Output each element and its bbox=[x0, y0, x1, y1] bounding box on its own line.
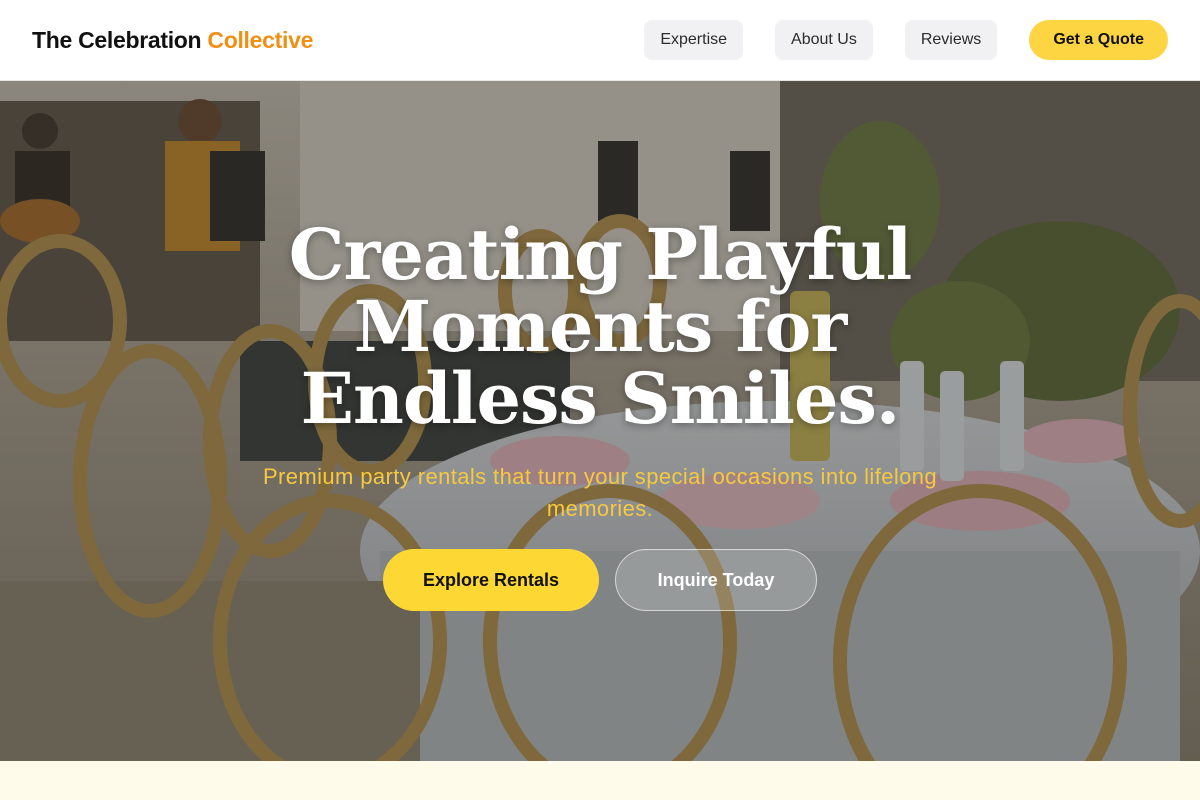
brand-name-accent: Collective bbox=[207, 26, 314, 53]
hero-content: Creating Playful Moments for Endless Smi… bbox=[0, 81, 1200, 761]
nav-about-us-button[interactable]: About Us bbox=[775, 20, 873, 60]
next-section bbox=[0, 761, 1200, 800]
main-nav: Expertise About Us Reviews Get a Quote bbox=[644, 20, 1168, 60]
hero-actions: Explore Rentals Inquire Today bbox=[383, 549, 817, 611]
brand-name: The Celebration bbox=[32, 26, 202, 53]
hero-subtitle: Premium party rentals that turn your spe… bbox=[262, 464, 938, 521]
nav-reviews-button[interactable]: Reviews bbox=[904, 20, 998, 60]
hero-title: Creating Playful Moments for Endless Smi… bbox=[288, 213, 912, 440]
get-a-quote-button[interactable]: Get a Quote bbox=[1029, 20, 1168, 60]
nav-expertise-button[interactable]: Expertise bbox=[644, 20, 744, 60]
site-header: The Celebration Collective Expertise Abo… bbox=[0, 0, 1200, 81]
hero-section: Creating Playful Moments for Endless Smi… bbox=[0, 81, 1200, 761]
brand-logo[interactable]: The Celebration Collective bbox=[32, 27, 313, 54]
explore-rentals-button[interactable]: Explore Rentals bbox=[383, 549, 599, 611]
inquire-today-button[interactable]: Inquire Today bbox=[615, 549, 817, 611]
